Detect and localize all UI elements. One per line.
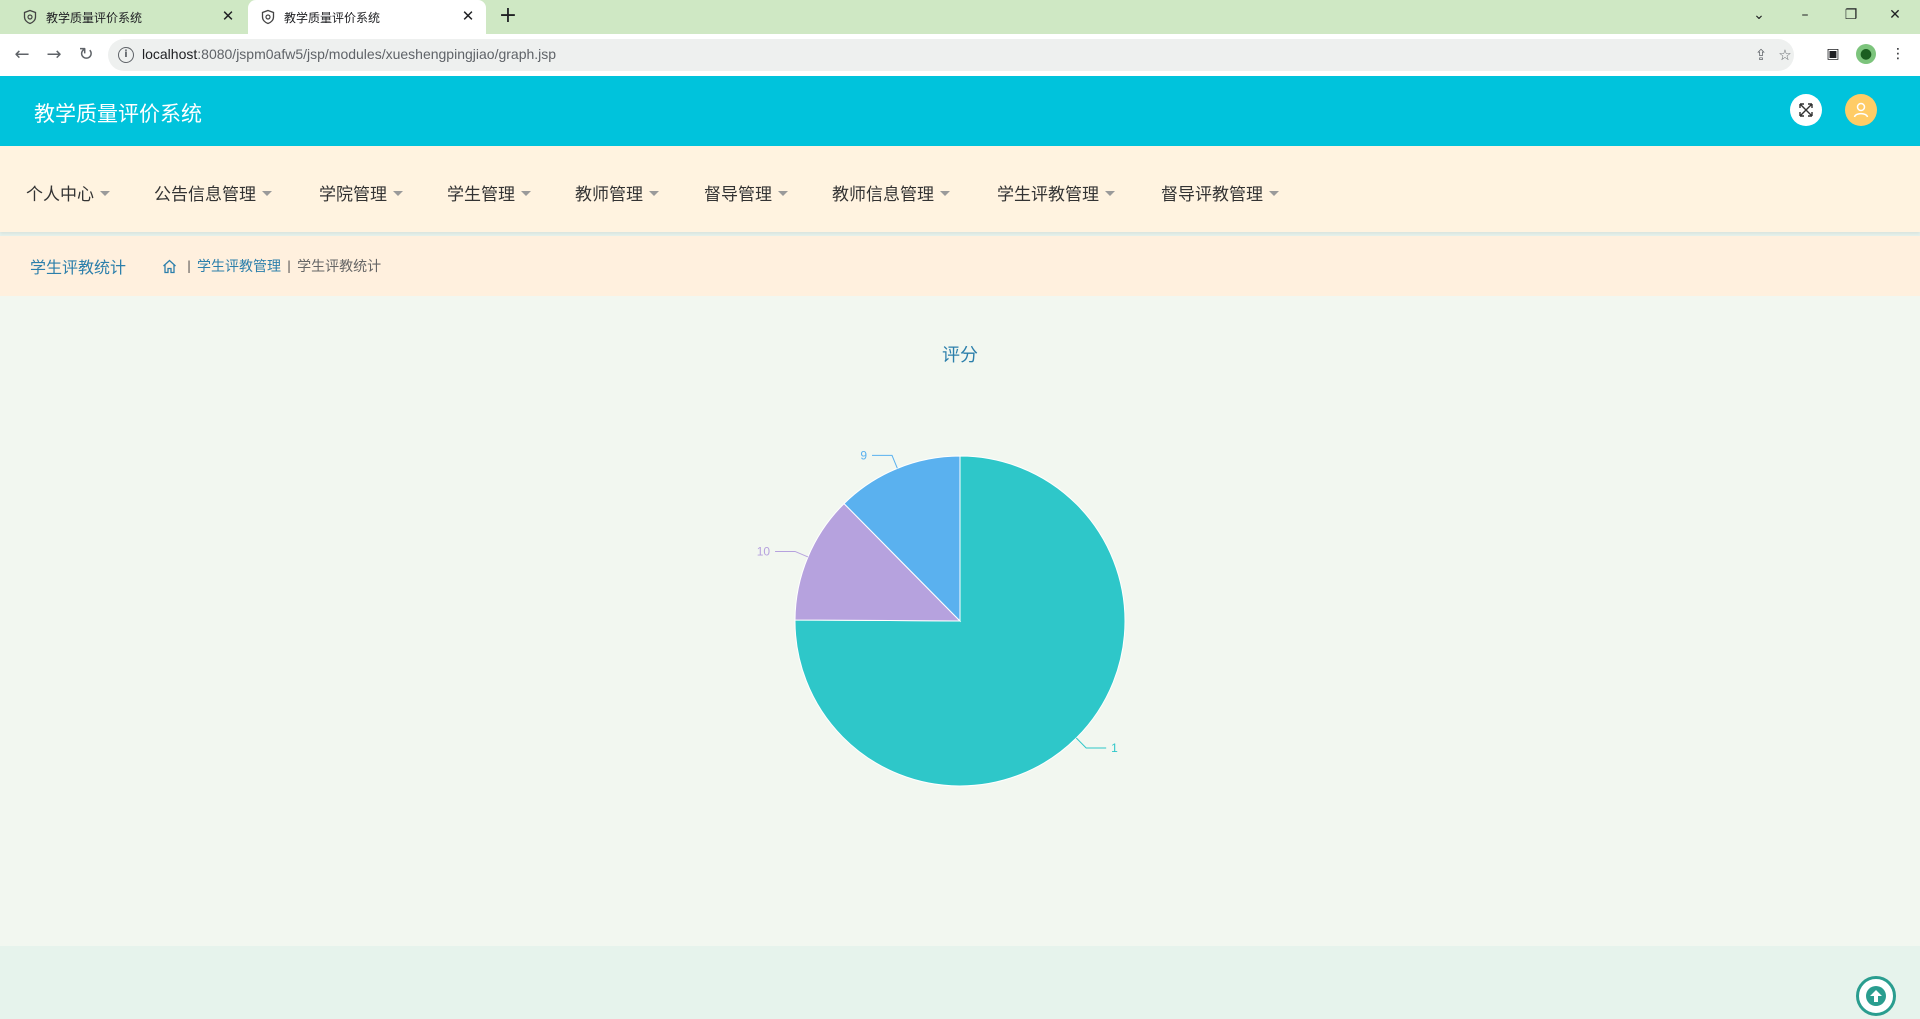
caret-down-icon bbox=[778, 191, 788, 196]
menu-item-label: 学生管理 bbox=[447, 185, 515, 205]
shield-icon bbox=[261, 9, 275, 25]
shield-icon bbox=[23, 9, 37, 25]
menu-item-college[interactable]: 学院管理 bbox=[319, 180, 403, 205]
menu-item-supervisor[interactable]: 督导管理 bbox=[704, 180, 788, 205]
pie-slice-label: 9 bbox=[860, 448, 867, 462]
menu-item-label: 教师管理 bbox=[575, 185, 643, 205]
menu-item-personal-center[interactable]: 个人中心 bbox=[26, 180, 110, 205]
tab-search-chevron-icon[interactable]: ⌄ bbox=[1744, 4, 1774, 26]
close-tab-icon[interactable]: ✕ bbox=[460, 8, 476, 24]
breadcrumb-link[interactable]: 学生评教管理 bbox=[197, 256, 281, 276]
menu-item-label: 督导管理 bbox=[704, 185, 772, 205]
breadcrumb-current: 学生评教统计 bbox=[297, 259, 382, 275]
chart-title: 评分 bbox=[942, 345, 978, 365]
pie-slice-label: 1 bbox=[1111, 741, 1118, 755]
fullscreen-button[interactable] bbox=[1790, 94, 1822, 126]
caret-down-icon bbox=[1105, 191, 1115, 196]
browser-tab-title: 教学质量评价系统 bbox=[46, 10, 143, 25]
footer bbox=[0, 946, 1920, 1019]
breadcrumb-separator: | bbox=[187, 259, 192, 273]
pie-label-line bbox=[1075, 737, 1107, 749]
user-avatar-button[interactable] bbox=[1845, 94, 1877, 126]
browser-menu-icon[interactable]: ⋮ bbox=[1888, 44, 1908, 64]
close-tab-icon[interactable]: ✕ bbox=[220, 8, 236, 24]
forward-arrow-icon[interactable]: → bbox=[42, 43, 66, 67]
restore-button[interactable]: ❐ bbox=[1836, 4, 1866, 26]
caret-down-icon bbox=[100, 191, 110, 196]
share-icon[interactable]: ⇪ bbox=[1752, 46, 1770, 64]
breadcrumb: | 学生评教管理 | 学生评教统计 bbox=[162, 256, 381, 276]
browser-tab-1[interactable]: 教学质量评价系统 ✕ bbox=[10, 0, 246, 34]
reload-icon[interactable]: ↻ bbox=[74, 43, 98, 67]
menu-item-announcement[interactable]: 公告信息管理 bbox=[154, 180, 272, 205]
menu-item-supervisor-evaluation[interactable]: 督导评教管理 bbox=[1161, 180, 1279, 205]
caret-down-icon bbox=[262, 191, 272, 196]
site-info-icon[interactable]: i bbox=[118, 47, 134, 63]
back-arrow-icon[interactable]: ← bbox=[10, 43, 34, 67]
user-icon bbox=[1853, 102, 1869, 118]
browser-toolbar: ← → ↻ i localhost:8080/jspm0afw5/jsp/mod… bbox=[0, 34, 1920, 76]
menu-item-student[interactable]: 学生管理 bbox=[447, 180, 531, 205]
home-icon[interactable] bbox=[162, 259, 177, 274]
caret-down-icon bbox=[649, 191, 659, 196]
new-tab-button[interactable]: + bbox=[496, 5, 520, 28]
url-text[interactable]: localhost:8080/jspm0afw5/jsp/modules/xue… bbox=[142, 46, 556, 62]
browser-tab-title: 教学质量评价系统 bbox=[284, 10, 381, 25]
main-content: 评分 1 10 9 bbox=[0, 296, 1920, 946]
pie-chart: 评分 1 10 9 bbox=[757, 345, 1126, 787]
back-to-top-button[interactable] bbox=[1856, 976, 1896, 1016]
menu-item-label: 学生评教管理 bbox=[997, 185, 1099, 205]
menu-item-label: 公告信息管理 bbox=[154, 185, 256, 205]
menu-item-teacher[interactable]: 教师管理 bbox=[575, 180, 659, 205]
app-title: 教学质量评价系统 bbox=[34, 102, 202, 126]
menu-item-label: 学院管理 bbox=[319, 185, 387, 205]
breadcrumb-bar: 学生评教统计 | 学生评教管理 | 学生评教统计 bbox=[0, 236, 1920, 296]
bookmark-star-icon[interactable]: ☆ bbox=[1776, 46, 1794, 64]
menu-item-student-evaluation[interactable]: 学生评教管理 bbox=[997, 180, 1115, 205]
page-title: 学生评教统计 bbox=[30, 258, 127, 277]
main-menu: 个人中心 公告信息管理 学院管理 学生管理 教师管理 督导管理 教师信息管理 学… bbox=[0, 146, 1920, 232]
side-panel-icon[interactable]: ▣ bbox=[1823, 44, 1843, 64]
address-bar[interactable]: i localhost:8080/jspm0afw5/jsp/modules/x… bbox=[108, 39, 1794, 71]
close-window-button[interactable]: ✕ bbox=[1880, 4, 1910, 26]
browser-tabstrip: 教学质量评价系统 ✕ 教学质量评价系统 ✕ + ⌄ – ❐ ✕ bbox=[0, 0, 1920, 34]
minimize-button[interactable]: – bbox=[1790, 4, 1820, 26]
breadcrumb-separator: | bbox=[287, 259, 292, 273]
pie-label-line bbox=[872, 454, 898, 469]
menu-item-label: 个人中心 bbox=[26, 185, 94, 205]
menu-item-label: 督导评教管理 bbox=[1161, 185, 1263, 205]
caret-down-icon bbox=[940, 191, 950, 196]
profile-icon[interactable]: ● bbox=[1856, 44, 1876, 64]
caret-down-icon bbox=[393, 191, 403, 196]
menu-item-label: 教师信息管理 bbox=[832, 185, 934, 205]
pie-slice-label: 10 bbox=[757, 544, 771, 558]
browser-tab-2-active[interactable]: 教学质量评价系统 ✕ bbox=[248, 0, 486, 34]
fullscreen-icon bbox=[1799, 103, 1813, 117]
arrow-up-icon bbox=[1866, 986, 1886, 1006]
menu-item-teacher-info[interactable]: 教师信息管理 bbox=[832, 180, 950, 205]
caret-down-icon bbox=[521, 191, 531, 196]
pie-label-line bbox=[775, 550, 809, 558]
caret-down-icon bbox=[1269, 191, 1279, 196]
app-header: 教学质量评价系统 bbox=[0, 76, 1920, 146]
